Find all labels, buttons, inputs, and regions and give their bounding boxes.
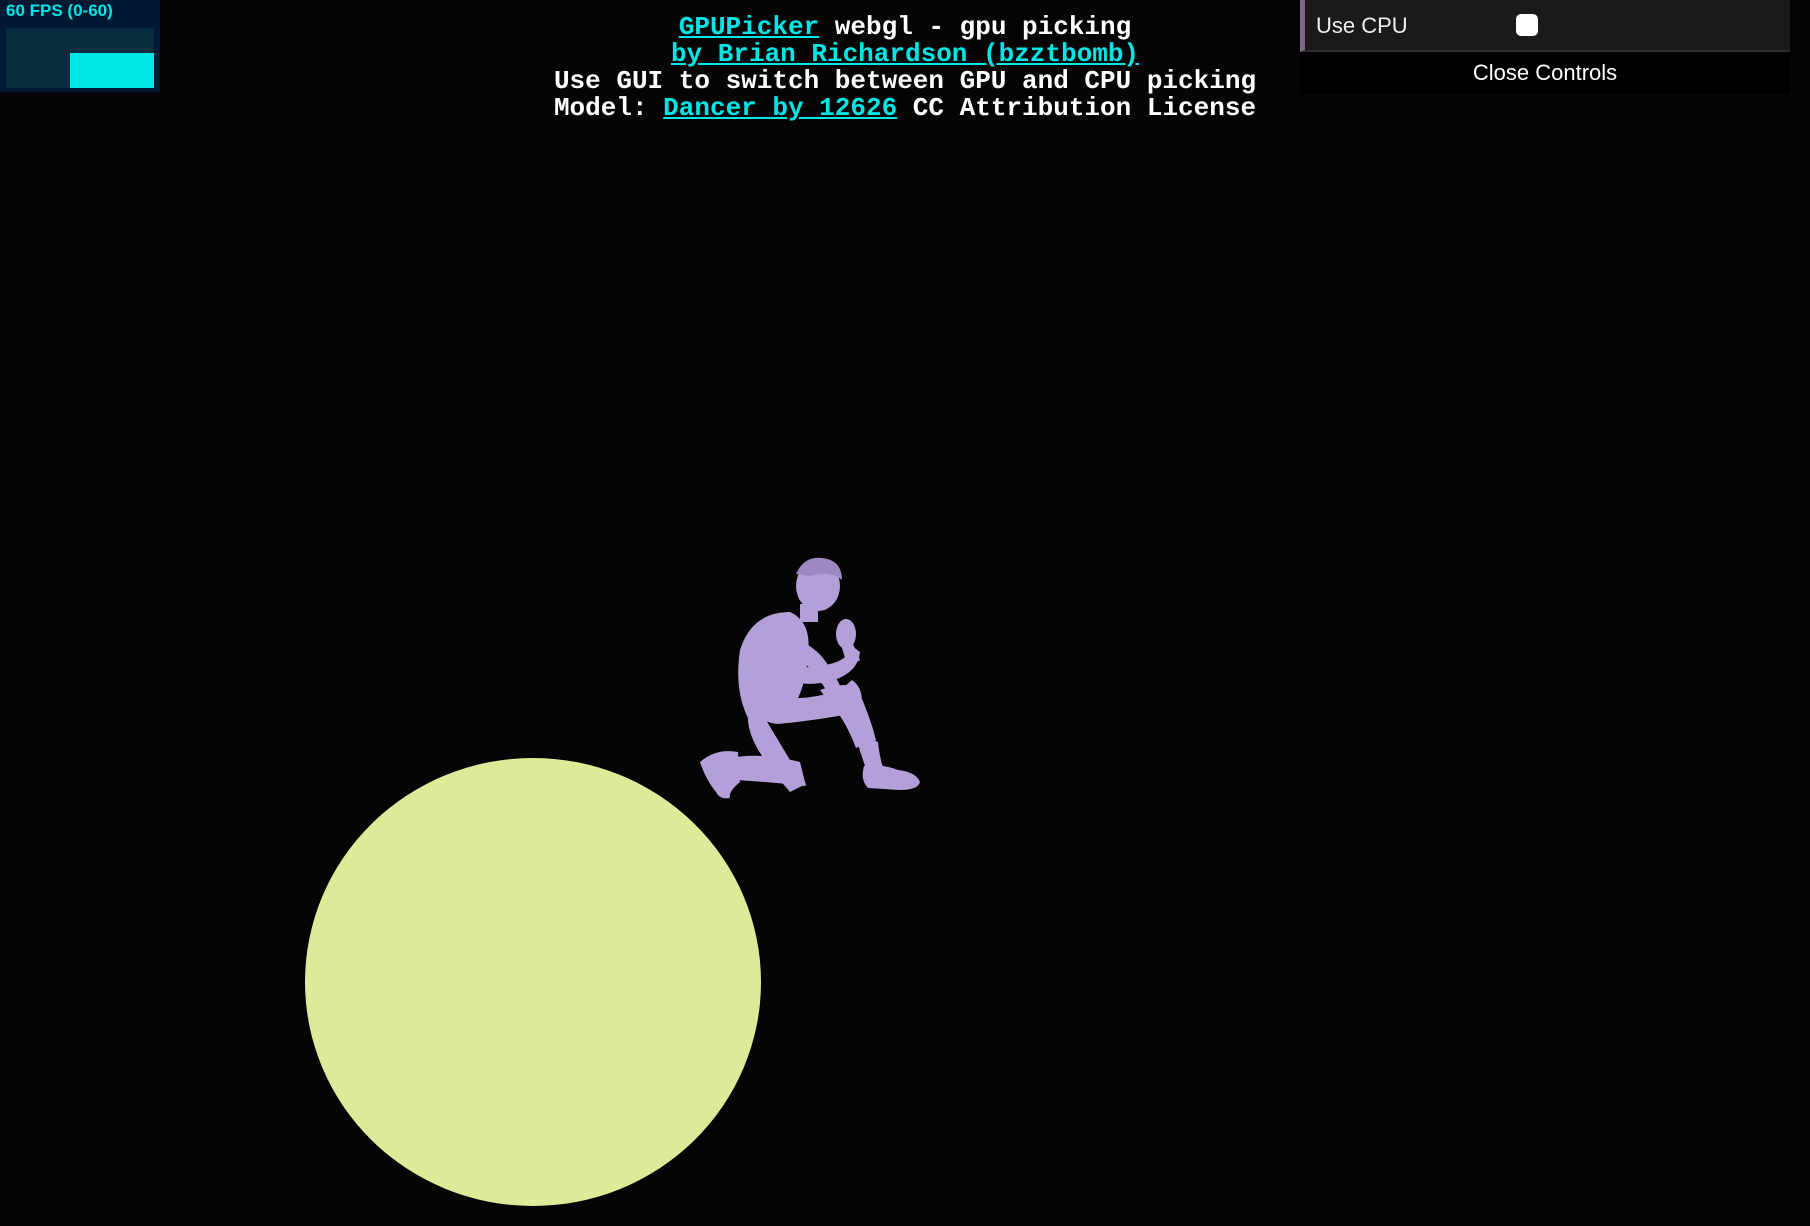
- use-cpu-row[interactable]: Use CPU: [1300, 0, 1790, 52]
- gui-controls-panel: Use CPU Close Controls: [1300, 0, 1790, 94]
- model-credit-line: Model: Dancer by 12626 CC Attribution Li…: [0, 95, 1810, 122]
- model-prefix: Model:: [553, 93, 664, 123]
- use-cpu-label: Use CPU: [1316, 13, 1408, 38]
- close-controls-button[interactable]: Close Controls: [1300, 52, 1790, 94]
- sphere-mesh[interactable]: [305, 758, 761, 1206]
- title-text: webgl - gpu picking: [819, 12, 1132, 42]
- gpupicker-link[interactable]: GPUPicker: [679, 12, 819, 42]
- license-text: CC Attribution License: [897, 93, 1257, 123]
- use-cpu-checkbox[interactable]: [1516, 14, 1538, 36]
- model-link[interactable]: Dancer by 12626: [663, 93, 897, 123]
- author-link[interactable]: by Brian Richardson (bzztbomb): [671, 39, 1139, 69]
- webgl-canvas[interactable]: [0, 0, 1810, 1226]
